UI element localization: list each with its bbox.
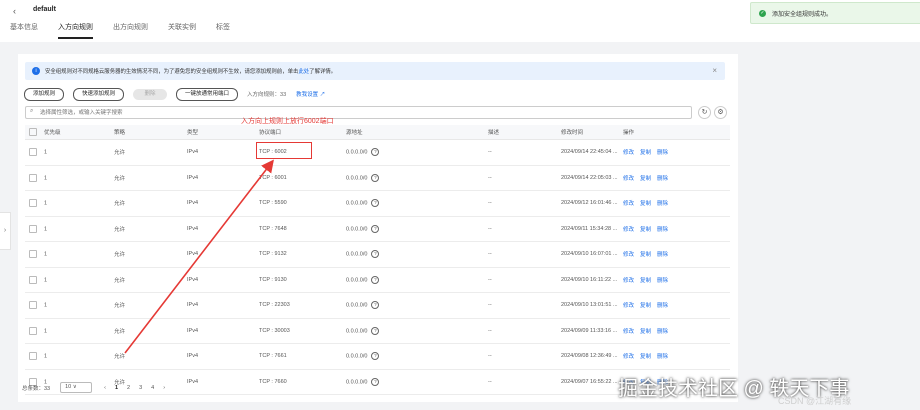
csdn-watermark: CSDN @江湖有缘	[778, 396, 852, 406]
annotation-arrow	[124, 159, 274, 354]
